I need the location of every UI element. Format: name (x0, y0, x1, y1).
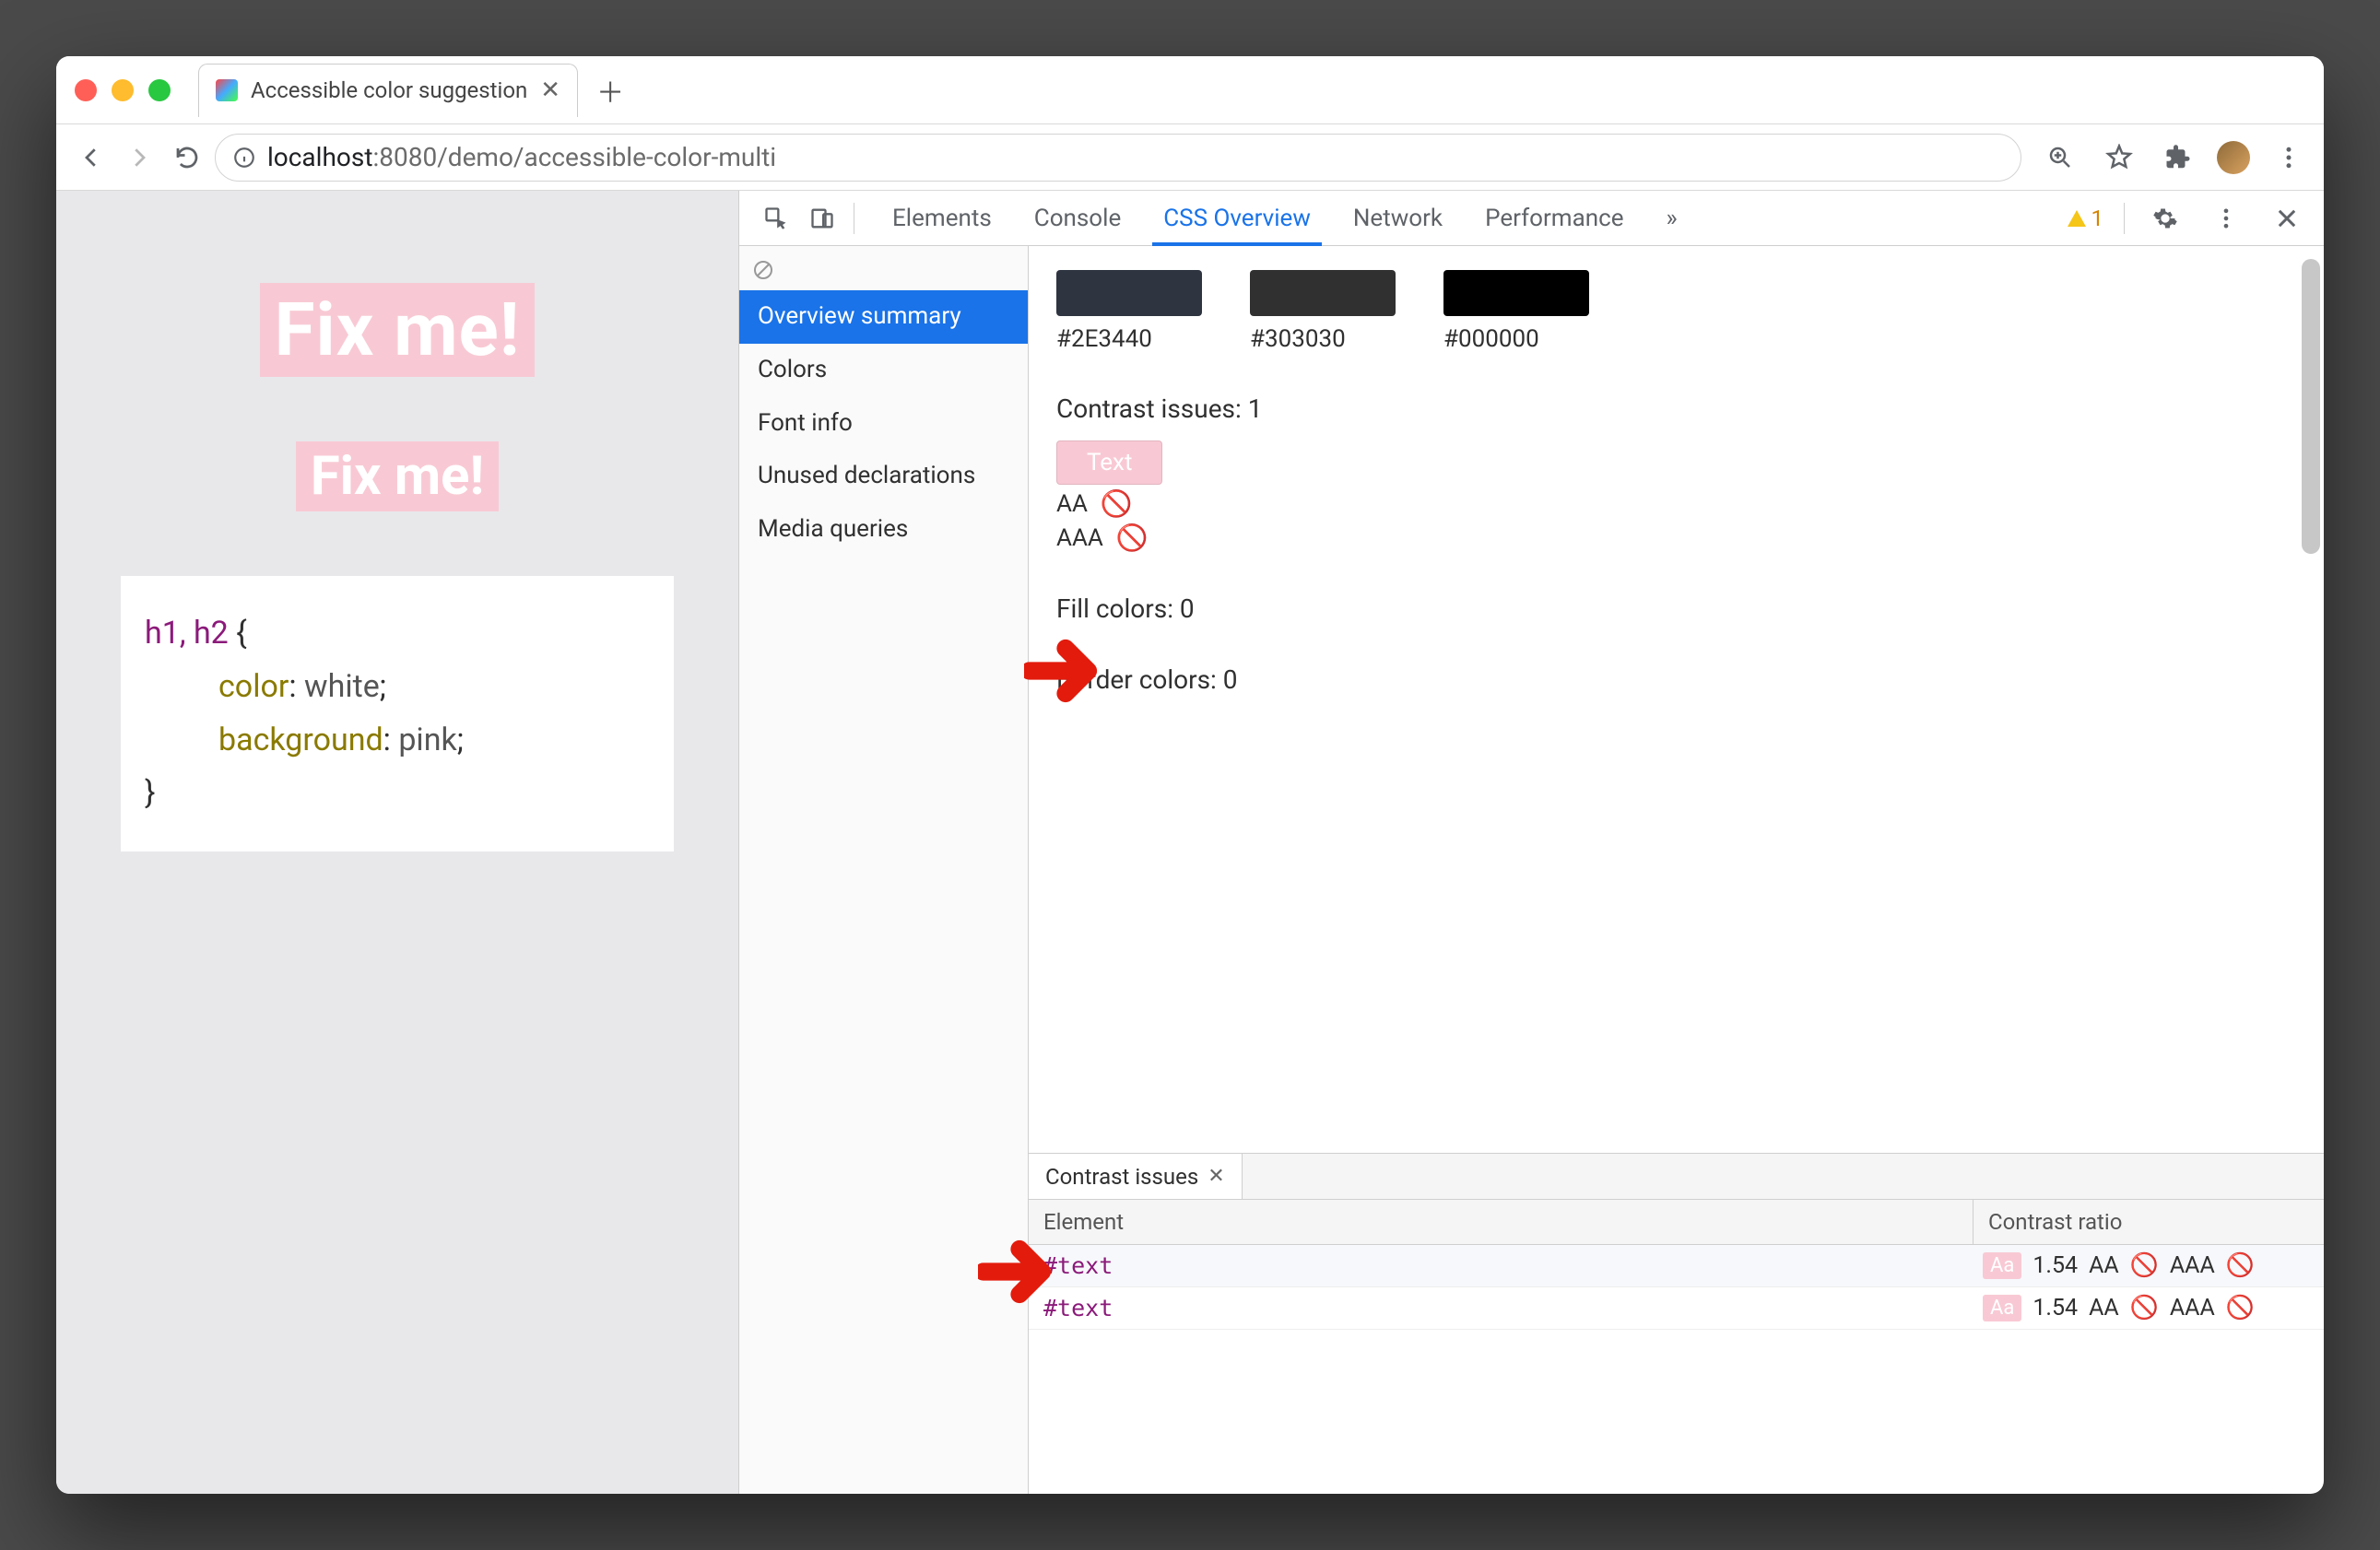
aaa-row: AAA🚫 (1056, 523, 2296, 553)
back-button[interactable] (71, 137, 112, 178)
color-swatch[interactable] (1443, 270, 1589, 316)
drawer-tab-contrast-issues[interactable]: Contrast issues ✕ (1029, 1154, 1243, 1199)
browser-toolbar: localhost:8080/demo/accessible-color-mul… (56, 124, 2324, 191)
devtools-drawer: Contrast issues ✕ Element Contrast ratio… (1029, 1153, 2324, 1494)
no-entry-icon: 🚫 (2130, 1252, 2159, 1279)
devtools-panel: Elements Console CSS Overview Network Pe… (738, 191, 2324, 1494)
color-swatch[interactable] (1056, 270, 1202, 316)
gear-icon[interactable] (2145, 198, 2186, 239)
bookmark-icon[interactable] (2099, 137, 2139, 178)
extensions-icon[interactable] (2158, 137, 2198, 178)
sample-chip: Aa (1983, 1295, 2021, 1321)
sidebar-item-font-info[interactable]: Font info (739, 397, 1028, 451)
col-contrast-ratio: Contrast ratio (1974, 1200, 2324, 1244)
new-tab-button[interactable]: ＋ (596, 70, 624, 111)
sidebar-item-colors[interactable]: Colors (739, 344, 1028, 397)
no-entry-icon: 🚫 (2226, 1295, 2255, 1321)
css-overview-main: #FFFFFF #ABA800 #AD00A1 #4C566A #2E3440 … (1029, 246, 2324, 1494)
url-path: /demo/accessible-color-multi (437, 142, 776, 172)
color-swatch[interactable] (1250, 270, 1396, 316)
maximize-window-button[interactable] (148, 79, 171, 101)
aa-row: AA🚫 (1056, 488, 2296, 519)
close-drawer-tab-icon[interactable]: ✕ (1208, 1165, 1224, 1188)
contrast-cell: Aa 1.54 AA🚫 AAA🚫 (1974, 1245, 2324, 1286)
info-icon (232, 146, 256, 170)
browser-tab[interactable]: Accessible color suggestion ✕ (198, 64, 578, 117)
warning-badge[interactable]: 1 (2068, 205, 2104, 231)
col-element: Element (1029, 1200, 1974, 1244)
page-h1: Fix me! (260, 283, 536, 377)
contrast-sample-chip[interactable]: Text (1056, 440, 1162, 485)
reload-button[interactable] (167, 137, 207, 178)
code-block: h1, h2 { color: white; background: pink;… (121, 576, 674, 851)
window-titlebar: Accessible color suggestion ✕ ＋ (56, 56, 2324, 124)
url-port: :8080 (372, 142, 437, 172)
sample-chip: Aa (1983, 1252, 2021, 1279)
tabs-overflow[interactable]: » (1647, 191, 1695, 245)
devtools-tabbar: Elements Console CSS Overview Network Pe… (739, 191, 2324, 246)
page-h2: Fix me! (296, 441, 499, 511)
element-cell: #text (1029, 1287, 1974, 1329)
tab-performance[interactable]: Performance (1467, 191, 1642, 245)
no-entry-icon: 🚫 (2130, 1295, 2159, 1321)
tab-network[interactable]: Network (1335, 191, 1461, 245)
contrast-issues-heading: Contrast issues: 1 (1056, 393, 2296, 424)
scrollbar-thumb[interactable] (2302, 259, 2320, 554)
tab-console[interactable]: Console (1016, 191, 1139, 245)
fill-colors-heading: Fill colors: 0 (1056, 593, 2296, 624)
table-row[interactable]: #text Aa 1.54 AA🚫 AAA🚫 (1029, 1245, 2324, 1287)
sidebar-item-overview[interactable]: Overview summary (739, 290, 1028, 344)
no-entry-icon: 🚫 (1101, 488, 1133, 519)
page-viewport: Fix me! Fix me! h1, h2 { color: white; b… (56, 191, 738, 1494)
zoom-icon[interactable] (2040, 137, 2080, 178)
browser-menu-icon[interactable] (2268, 137, 2309, 178)
sidebar-item-unused-declarations[interactable]: Unused declarations (739, 450, 1028, 503)
warning-icon (2068, 210, 2086, 227)
device-toggle-icon[interactable] (802, 198, 842, 239)
forward-button[interactable] (119, 137, 159, 178)
no-entry-icon: 🚫 (2226, 1252, 2255, 1279)
element-cell: #text (1029, 1245, 1974, 1286)
drawer-tabbar: Contrast issues ✕ (1029, 1154, 2324, 1200)
tab-elements[interactable]: Elements (874, 191, 1010, 245)
close-window-button[interactable] (75, 79, 97, 101)
traffic-lights (75, 79, 171, 101)
table-header: Element Contrast ratio (1029, 1200, 2324, 1245)
favicon-icon (216, 79, 238, 101)
no-entry-icon: 🚫 (1116, 523, 1149, 553)
contrast-cell: Aa 1.54 AA🚫 AAA🚫 (1974, 1287, 2324, 1329)
tab-css-overview[interactable]: CSS Overview (1145, 191, 1329, 245)
profile-avatar[interactable] (2217, 141, 2250, 174)
inspect-element-icon[interactable] (756, 198, 796, 239)
clear-overview-icon[interactable] (739, 250, 1028, 290)
minimize-window-button[interactable] (112, 79, 134, 101)
border-colors-heading: Border colors: 0 (1056, 664, 2296, 695)
address-bar[interactable]: localhost:8080/demo/accessible-color-mul… (215, 134, 2021, 182)
devtools-menu-icon[interactable] (2206, 198, 2246, 239)
close-devtools-button[interactable] (2267, 198, 2307, 239)
tab-title: Accessible color suggestion (251, 77, 527, 103)
sidebar-item-media-queries[interactable]: Media queries (739, 503, 1028, 557)
url-host: localhost (267, 142, 372, 172)
close-tab-button[interactable]: ✕ (540, 76, 560, 104)
annotation-arrow-icon (1024, 639, 1107, 707)
table-row[interactable]: #text Aa 1.54 AA🚫 AAA🚫 (1029, 1287, 2324, 1330)
contrast-issues-table: Element Contrast ratio #text Aa 1.54 AA🚫… (1029, 1200, 2324, 1494)
annotation-arrow-icon (978, 1239, 1061, 1308)
